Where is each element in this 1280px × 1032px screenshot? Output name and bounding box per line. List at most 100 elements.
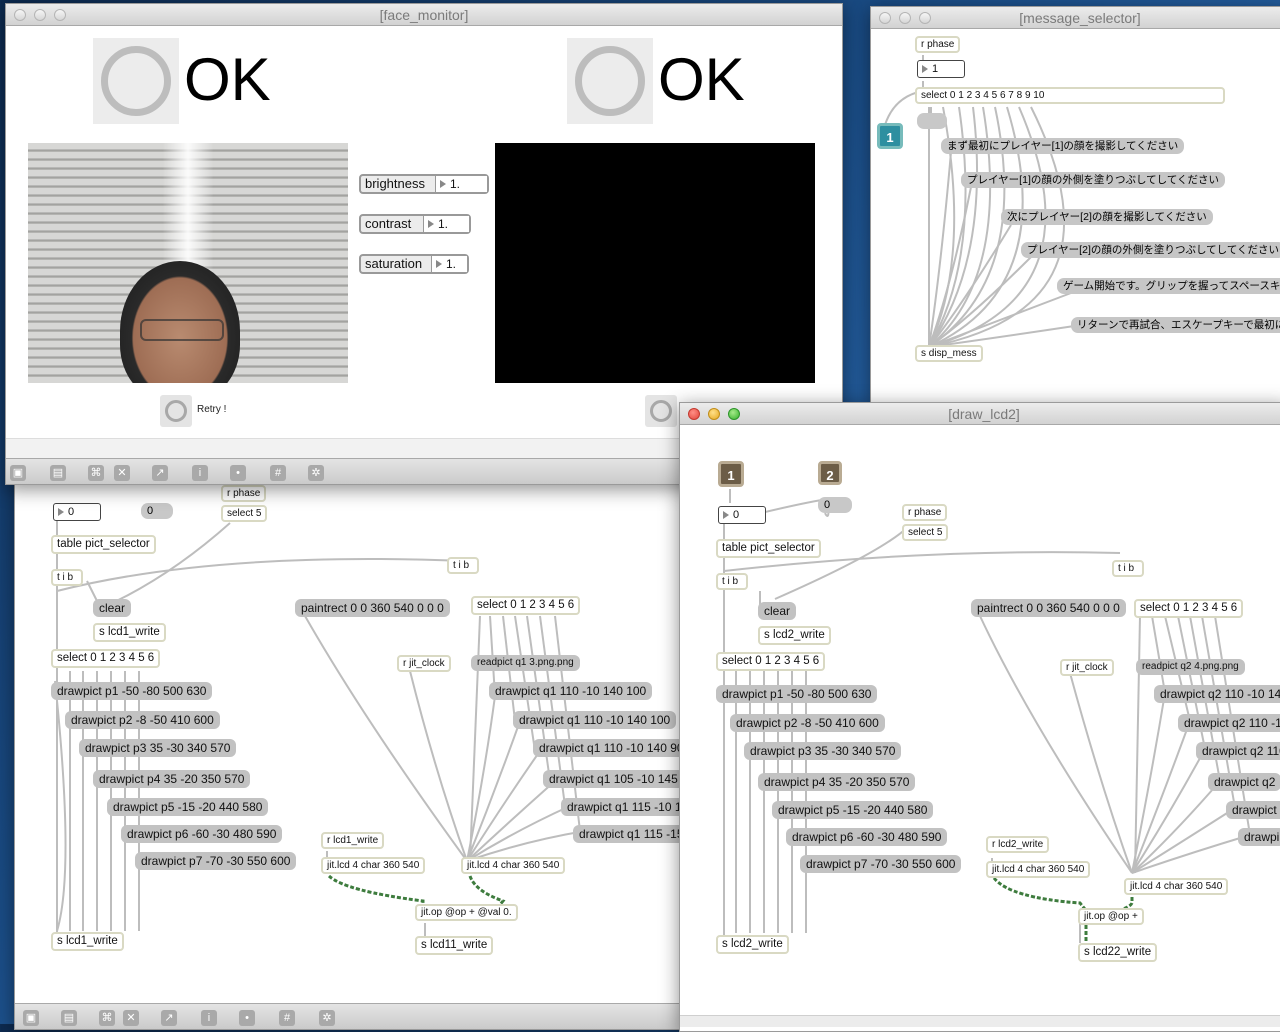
minimize-button[interactable] <box>34 9 46 21</box>
drawpict-message[interactable]: drawpict p1 -50 -80 500 630 <box>716 685 878 703</box>
window-titlebar[interactable]: [message_selector] <box>871 7 1280 29</box>
select-left-object[interactable]: select 0 1 2 3 4 5 6 <box>51 649 161 668</box>
saturation-value[interactable]: 1. <box>431 256 467 272</box>
table-object[interactable]: table pict_selector <box>716 539 821 558</box>
send-lcd11-write[interactable]: s lcd11_write <box>415 936 494 955</box>
number-box[interactable]: 0 <box>718 506 766 524</box>
graph-icon[interactable]: ↗ <box>152 465 168 481</box>
table-object[interactable]: table pict_selector <box>51 535 156 554</box>
tib-object-2[interactable]: t i b <box>447 557 479 574</box>
window-titlebar[interactable]: [face_monitor] <box>6 4 842 26</box>
brightness-value[interactable]: 1. <box>435 176 487 192</box>
clear-message[interactable]: clear <box>93 599 132 617</box>
r-lcd1-write-object[interactable]: r lcd1_write <box>321 832 385 849</box>
readpict-message[interactable]: readpict q2 4.png.png <box>1136 659 1245 675</box>
number-box[interactable]: 0 <box>53 503 101 521</box>
close-button[interactable] <box>688 408 700 420</box>
toggle-box[interactable] <box>917 113 947 129</box>
r-phase-object[interactable]: r phase <box>915 36 961 53</box>
drawpict-q-message[interactable]: drawpict q1 110 -10 140 100 <box>513 711 677 729</box>
drawpict-q-message[interactable]: drawpi <box>1238 828 1280 846</box>
drawpict-q-message[interactable]: drawpict q1 115 -10 1 <box>561 798 688 816</box>
r-jit-clock-object[interactable]: r jit_clock <box>1060 659 1114 676</box>
zoom-button[interactable] <box>54 9 66 21</box>
jit-lcd-object[interactable]: jit.lcd 4 char 360 540 <box>986 861 1091 878</box>
send-lcd1-write-bottom[interactable]: s lcd1_write <box>51 932 124 951</box>
tib-object-2[interactable]: t i b <box>1112 560 1144 577</box>
select-left-object[interactable]: select 0 1 2 3 4 5 6 <box>716 652 826 671</box>
retry-button-right[interactable] <box>645 395 677 427</box>
drawpict-message[interactable]: drawpict p5 -15 -20 440 580 <box>772 801 934 819</box>
drawpict-message[interactable]: drawpict p7 -70 -30 550 600 <box>800 855 962 873</box>
minimize-button[interactable] <box>899 12 911 24</box>
connect-icon[interactable]: • <box>230 465 246 481</box>
close-icon[interactable]: ✕ <box>114 465 130 481</box>
readpict-message[interactable]: readpict q1 3.png.png <box>471 655 580 671</box>
send-lcd2-write-bottom[interactable]: s lcd2_write <box>716 935 789 954</box>
send-disp-mess[interactable]: s disp_mess <box>915 345 983 362</box>
r-phase-object[interactable]: r phase <box>902 504 948 521</box>
clear-message[interactable]: clear <box>758 602 797 620</box>
gear-icon[interactable]: ✲ <box>308 465 324 481</box>
paintrect-message[interactable]: paintrect 0 0 360 540 0 0 0 <box>295 599 450 617</box>
brightness-control[interactable]: brightness 1. <box>359 174 489 194</box>
zoom-button[interactable] <box>728 408 740 420</box>
r-lcd2-write-object[interactable]: r lcd2_write <box>986 836 1050 853</box>
drawpict-q-message[interactable]: drawpict q2 110 -1 <box>1178 714 1280 732</box>
message-1[interactable]: まず最初にプレイヤー[1]の顔を撮影してください <box>941 138 1185 154</box>
drawpict-message[interactable]: drawpict p6 -60 -30 480 590 <box>121 825 283 843</box>
select-object[interactable]: select 0 1 2 3 4 5 6 7 8 9 10 <box>915 87 1225 104</box>
close-button[interactable] <box>879 12 891 24</box>
send-lcd22-write[interactable]: s lcd22_write <box>1078 943 1158 962</box>
jit-op-object[interactable]: jit.op @op + <box>1078 908 1144 925</box>
select-top-object[interactable]: select 0 1 2 3 4 5 6 <box>471 596 581 615</box>
grid-icon[interactable]: # <box>270 465 286 481</box>
inlet-2[interactable]: 2 <box>818 461 842 485</box>
toggle-box[interactable]: 0 <box>818 497 852 513</box>
message-4[interactable]: プレイヤー[2]の顔の外側を塗りつぶしてしてください <box>1021 242 1280 258</box>
minimize-button[interactable] <box>708 408 720 420</box>
drawpict-q-message[interactable]: drawpict q2 110 -10 140 <box>1154 685 1280 703</box>
tib-object[interactable]: t i b <box>51 569 83 586</box>
drawpict-q-message[interactable]: drawpict q2 110 <box>1196 742 1280 760</box>
inlet-1[interactable]: 1 <box>877 123 903 149</box>
paintrect-message[interactable]: paintrect 0 0 360 540 0 0 0 <box>971 599 1126 617</box>
drawpict-message[interactable]: drawpict p1 -50 -80 500 630 <box>51 682 213 700</box>
select5-object[interactable]: select 5 <box>902 524 949 541</box>
drawpict-message[interactable]: drawpict p3 35 -30 340 570 <box>744 742 902 760</box>
saturation-control[interactable]: saturation 1. <box>359 254 469 274</box>
toggle-box[interactable]: 0 <box>141 503 173 519</box>
info-icon[interactable]: i <box>192 465 208 481</box>
select5-object[interactable]: select 5 <box>221 505 268 522</box>
drawpict-q-message[interactable]: drawpict q1 110 -10 140 100 <box>489 682 653 700</box>
message-5[interactable]: ゲーム開始です。グリップを握ってスペースキー <box>1057 278 1280 294</box>
send-lcd1-write[interactable]: s lcd1_write <box>93 623 166 642</box>
contrast-value[interactable]: 1. <box>423 216 469 232</box>
jit-lcd-object-2[interactable]: jit.lcd 4 char 360 540 <box>1124 878 1229 895</box>
drawpict-message[interactable]: drawpict p2 -8 -50 410 600 <box>730 714 885 732</box>
close-button[interactable] <box>14 9 26 21</box>
r-jit-clock-object[interactable]: r jit_clock <box>397 655 451 672</box>
number-box[interactable]: 1 <box>917 60 965 78</box>
window-titlebar[interactable]: [draw_lcd2] <box>680 403 1280 425</box>
drawpict-message[interactable]: drawpict p5 -15 -20 440 580 <box>107 798 269 816</box>
horizontal-scrollbar[interactable] <box>680 1015 1280 1027</box>
drawpict-message[interactable]: drawpict p3 35 -30 340 570 <box>79 739 237 757</box>
retry-button[interactable] <box>160 395 192 427</box>
drawpict-message[interactable]: drawpict p4 35 -20 350 570 <box>758 773 916 791</box>
drawpict-q-message[interactable]: drawpict q2 <box>1208 773 1280 791</box>
drawpict-message[interactable]: drawpict p4 35 -20 350 570 <box>93 770 251 788</box>
jit-lcd-object-2[interactable]: jit.lcd 4 char 360 540 <box>461 857 566 874</box>
drawpict-message[interactable]: drawpict p2 -8 -50 410 600 <box>65 711 220 729</box>
jit-op-object[interactable]: jit.op @op + @val 0. <box>415 904 518 921</box>
jit-lcd-object[interactable]: jit.lcd 4 char 360 540 <box>321 857 426 874</box>
drawpict-q-message[interactable]: drawpict q1 115 -15 <box>573 825 690 843</box>
drawpict-q-message[interactable]: drawpict q1 105 -10 145 <box>543 770 684 788</box>
send-lcd2-write[interactable]: s lcd2_write <box>758 626 831 645</box>
patching-icon[interactable]: ⌘ <box>88 465 104 481</box>
message-2[interactable]: プレイヤー[1]の顔の外側を塗りつぶしてしてください <box>961 172 1226 188</box>
zoom-button[interactable] <box>919 12 931 24</box>
drawpict-q-message[interactable]: drawpict q1 110 -10 140 90 <box>533 739 690 757</box>
drawpict-q-message[interactable]: drawpict q <box>1226 801 1280 819</box>
message-6[interactable]: リターンで再試合、エスケープキーで最初に <box>1071 317 1280 333</box>
